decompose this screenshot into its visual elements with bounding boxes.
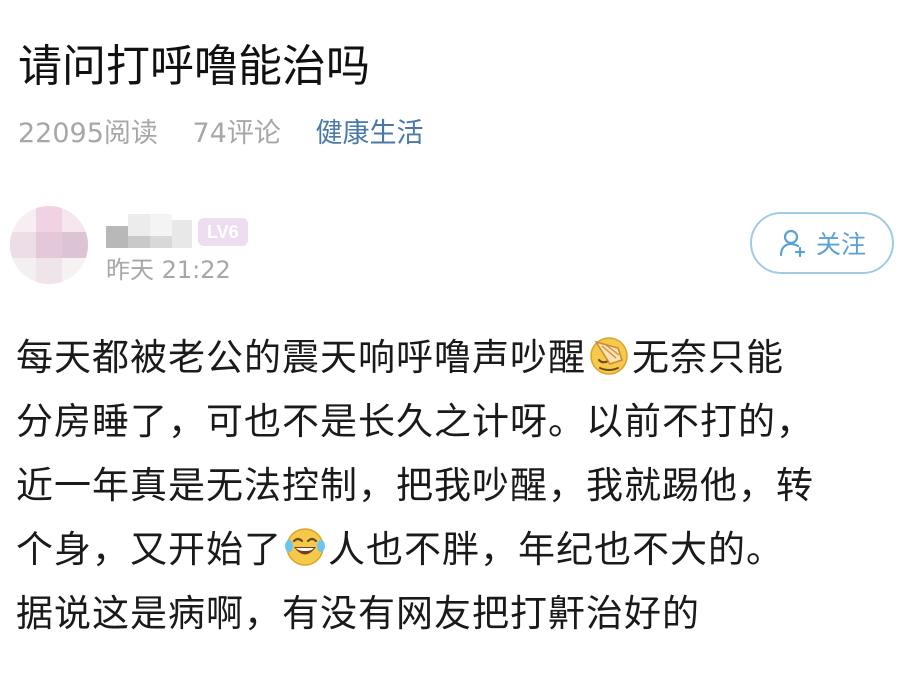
content-line-4: 个身，又开始了 人也不胖，年纪也不大的。	[16, 518, 906, 582]
content-line-5: 据说这是病啊，有没有网友把打鼾治好的	[16, 592, 700, 635]
laughing-tears-emoji-icon	[285, 528, 325, 566]
content-line-1: 每天都被老公的震天响呼噜声吵醒 无奈只能	[16, 326, 906, 390]
content-text: 个身，又开始了	[16, 528, 282, 571]
avatar[interactable]	[10, 206, 88, 284]
content-text: 人也不胖，年纪也不大的。	[328, 528, 784, 571]
level-badge: LV6	[198, 218, 248, 246]
comment-count[interactable]: 74评论	[193, 118, 281, 149]
author-name-redacted[interactable]	[106, 214, 192, 248]
post-time: 昨天 21:22	[106, 256, 231, 284]
content-line-2: 分房睡了，可也不是长久之计呀。以前不打的，	[16, 400, 814, 443]
content-line-3: 近一年真是无法控制，把我吵醒，我就踢他，转	[16, 464, 814, 507]
read-count: 22095阅读	[18, 118, 158, 149]
add-user-icon	[779, 229, 806, 258]
follow-label: 关注	[815, 230, 866, 259]
post-title: 请问打呼噜能治吗	[18, 41, 370, 92]
post-meta: 22095阅读 74评论 健康生活	[18, 114, 423, 154]
content-text: 无奈只能	[632, 336, 784, 379]
facepalm-emoji-icon	[590, 337, 628, 375]
post-content: 每天都被老公的震天响呼噜声吵醒 无奈只能 分房睡了，可也不是长久之计呀。以前不打…	[16, 326, 906, 646]
follow-button[interactable]: 关注	[750, 212, 894, 274]
content-text: 每天都被老公的震天响呼噜声吵醒	[16, 336, 586, 379]
category-link[interactable]: 健康生活	[315, 118, 423, 149]
